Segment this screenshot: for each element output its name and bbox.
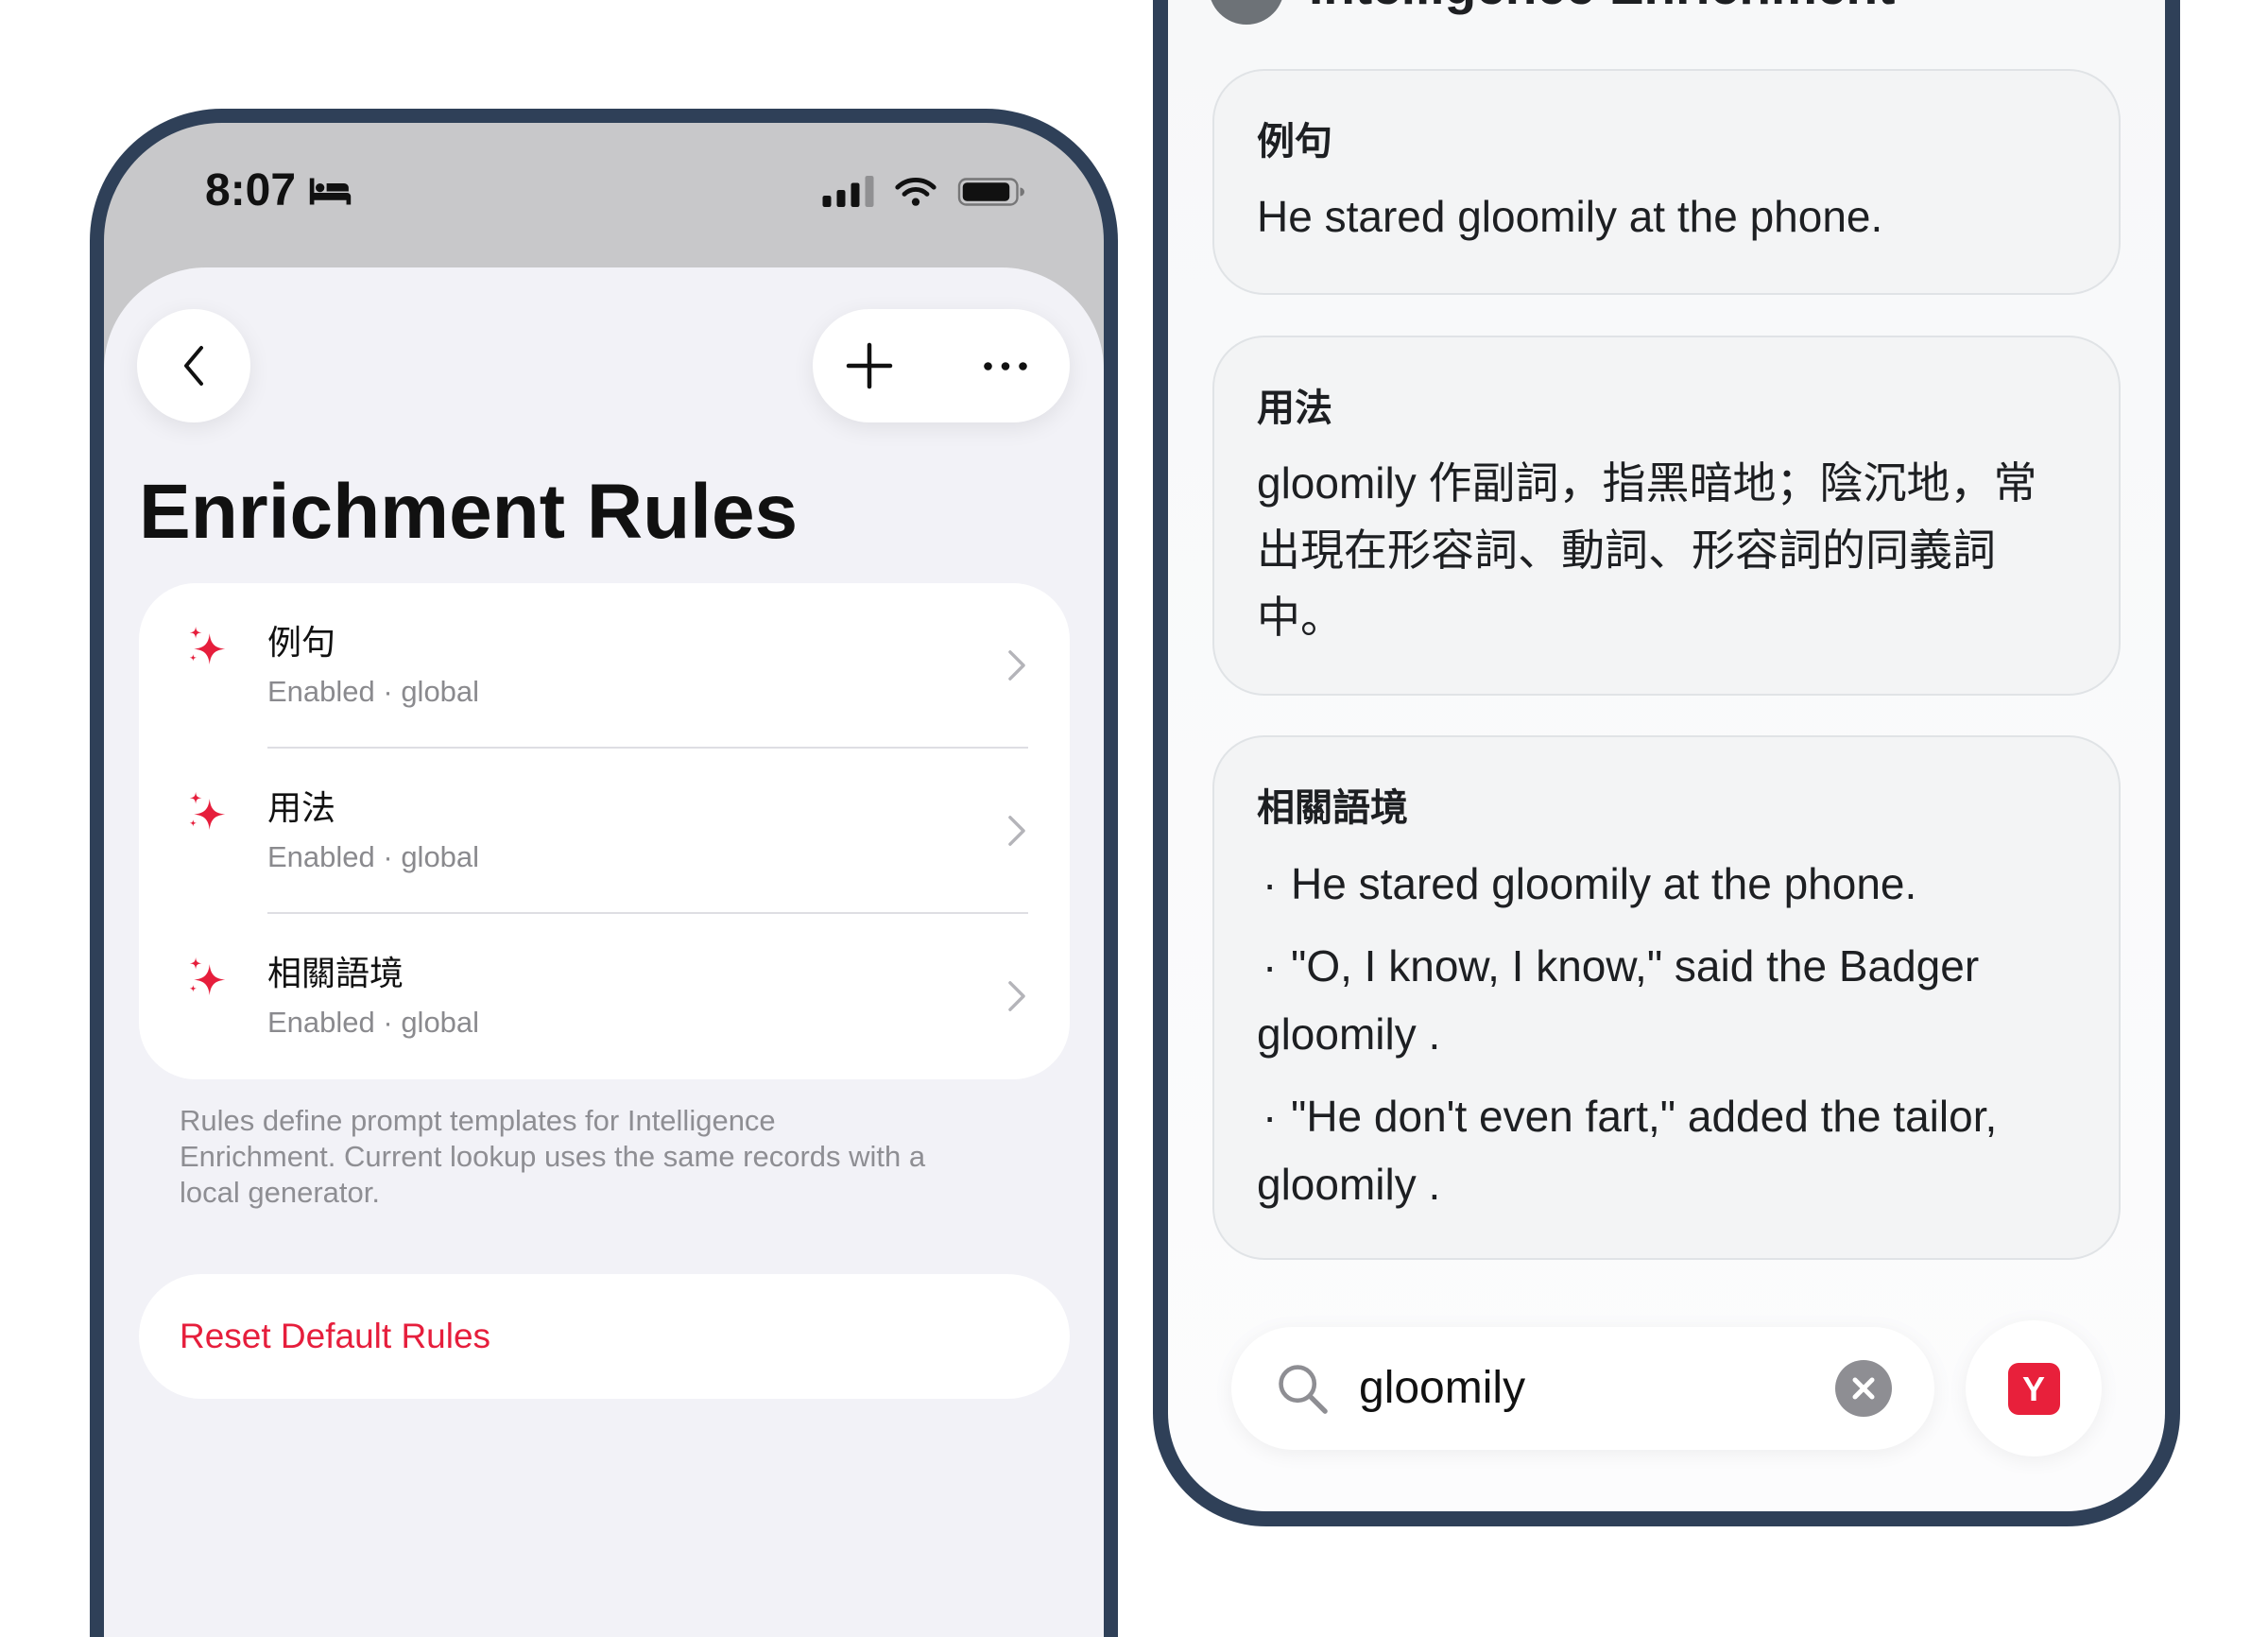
rules-list: 例句 Enabled · global 用法 Enabled · global [139, 583, 1070, 1079]
rule-row-usage[interactable]: 用法 Enabled · global [139, 749, 1070, 914]
search-input[interactable]: gloomily [1359, 1327, 1525, 1450]
item-line: gloomily . [1257, 1009, 1441, 1059]
list-item: · He stared gloomily at the phone. [1257, 850, 1997, 918]
rules-footer-note: Rules define prompt templates for Intell… [180, 1103, 925, 1211]
section-label: 用法 [1257, 388, 1332, 429]
body-line: 中。 [1257, 593, 1344, 642]
rule-name: 用法 [267, 788, 336, 827]
chevron-right-icon [1006, 815, 1027, 847]
rule-row-related-context[interactable]: 相關語境 Enabled · global [139, 914, 1070, 1079]
magnifying-glass-icon [1275, 1361, 1330, 1416]
section-body: · He stared gloomily at the phone. · "O, I… [1257, 850, 1997, 1232]
rule-name: 相關語境 [267, 954, 404, 992]
footer-line: local generator. [180, 1176, 380, 1209]
chevron-left-icon [182, 345, 205, 387]
section-label: 相關語境 [1257, 787, 1408, 829]
back-button[interactable] [137, 309, 250, 422]
rule-status: Enabled · global [267, 1006, 480, 1039]
header-icon [1209, 0, 1284, 25]
rule-status: Enabled · global [267, 840, 480, 873]
section-body: He stared gloomily at the phone. [1257, 183, 1882, 250]
ellipsis-icon [984, 361, 1027, 370]
lookup-phone: Intelligence Enrichment 例句 He stared glo… [1153, 0, 2180, 1526]
reset-default-rules-button[interactable]: Reset Default Rules [139, 1274, 1070, 1399]
section-card-example: 例句 He stared gloomily at the phone. [1212, 69, 2121, 295]
rules-phone: 8:07 Enrichment Rules 例句 Enabled · globa… [90, 109, 1118, 1637]
plus-icon [846, 342, 893, 389]
chevron-right-icon [1006, 649, 1027, 681]
sparkles-icon [186, 956, 228, 997]
bullet: · [1263, 941, 1278, 991]
list-item: · "O, I know, I know," said the Badger gl… [1257, 932, 1997, 1068]
bed-icon [308, 177, 352, 206]
item-line: "He don't even fart," added the tailor, [1291, 1092, 1998, 1141]
dictionary-logo-icon: Y [2007, 1362, 2060, 1415]
toolbar-actions [813, 309, 1070, 422]
header-title: Intelligence Enrichment [1309, 0, 1895, 12]
bullet: · [1263, 1092, 1278, 1141]
chevron-right-icon [1006, 980, 1027, 1012]
page-title: Enrichment Rules [139, 469, 799, 555]
body-line: 出現在形容詞、動詞、形容詞的同義詞 [1257, 526, 1996, 575]
section-body: gloomily 作副詞，指黑暗地；陰沉地，常 出現在形容詞、動詞、形容詞的同義… [1257, 450, 2037, 651]
search-bar[interactable]: gloomily [1231, 1327, 1934, 1450]
more-button[interactable] [941, 309, 1070, 422]
item-line: gloomily . [1257, 1160, 1441, 1209]
rule-row-example-sentence[interactable]: 例句 Enabled · global [139, 583, 1070, 749]
sparkles-icon [186, 790, 228, 832]
bullet: · [1263, 859, 1278, 908]
add-rule-button[interactable] [813, 309, 941, 422]
list-item: · "He don't even fart," added the tailor,… [1257, 1082, 1997, 1218]
section-card-related-context: 相關語境 · He stared gloomily at the phone. ·… [1212, 735, 2121, 1260]
dictionary-button[interactable]: Y [1966, 1320, 2102, 1456]
cellular-signal-icon [822, 176, 874, 207]
body-line: gloomily 作副詞，指黑暗地；陰沉地，常 [1257, 458, 2037, 508]
rule-name: 例句 [267, 623, 336, 662]
sparkles-icon [186, 625, 228, 666]
rules-sheet: Enrichment Rules 例句 Enabled · global 用法 [104, 267, 1104, 1637]
rule-status: Enabled · global [267, 675, 480, 708]
wifi-icon [894, 175, 937, 207]
status-time: 8:07 [205, 165, 297, 215]
body-line: He stared gloomily at the phone. [1257, 192, 1883, 241]
battery-icon [957, 178, 1026, 206]
footer-line: Rules define prompt templates for Intell… [180, 1104, 776, 1137]
footer-line: Enrichment. Current lookup uses the same… [180, 1140, 926, 1173]
reset-label: Reset Default Rules [180, 1317, 491, 1355]
clear-icon[interactable] [1835, 1360, 1892, 1417]
item-line: "O, I know, I know," said the Badger [1291, 941, 1980, 991]
section-label: 例句 [1257, 121, 1332, 163]
section-card-usage: 用法 gloomily 作副詞，指黑暗地；陰沉地，常 出現在形容詞、動詞、形容詞… [1212, 336, 2121, 696]
item-line: He stared gloomily at the phone. [1291, 859, 1917, 908]
